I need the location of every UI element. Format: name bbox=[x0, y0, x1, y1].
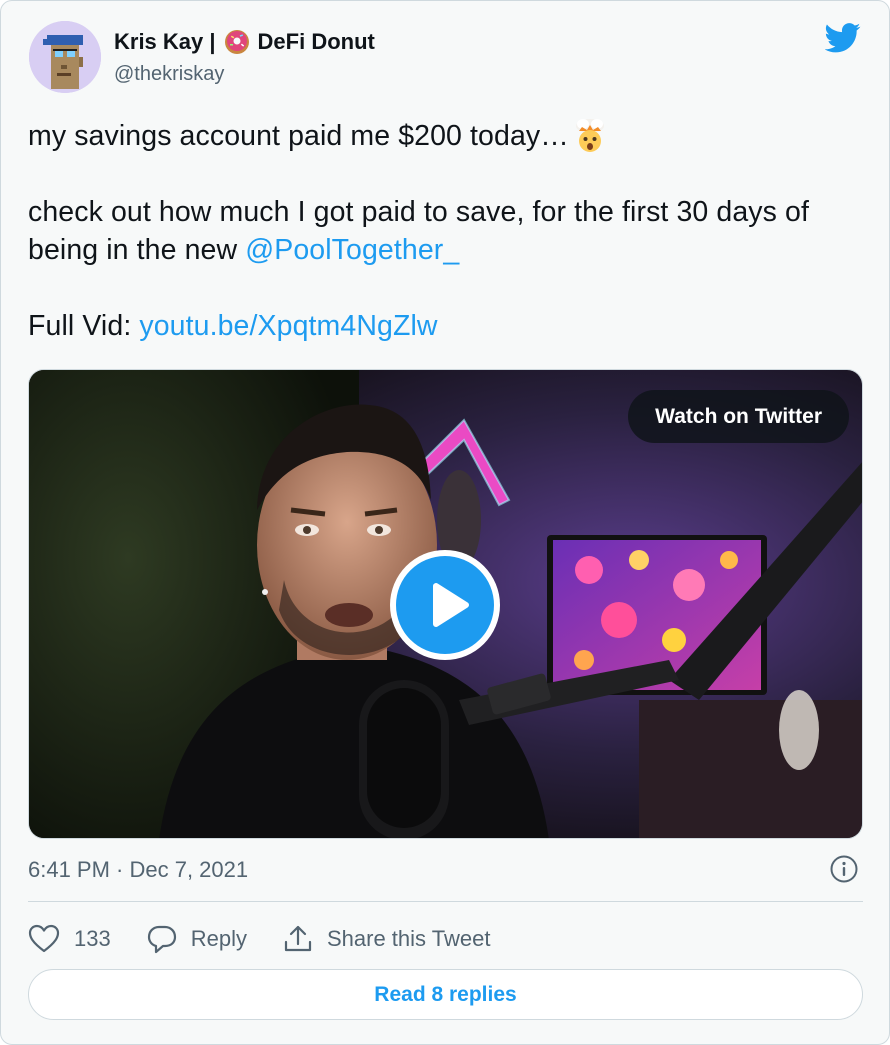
like-count: 133 bbox=[74, 926, 111, 951]
author-handle[interactable]: @thekriskay bbox=[114, 63, 224, 86]
tweet-text: my savings account paid me $200 today… c… bbox=[28, 117, 848, 345]
full-vid-label: Full Vid: bbox=[28, 310, 140, 342]
info-icon[interactable] bbox=[829, 854, 859, 884]
play-icon bbox=[433, 583, 469, 627]
pooltogether-mention-link[interactable]: @PoolTogether_ bbox=[245, 234, 459, 266]
play-button[interactable] bbox=[390, 550, 500, 660]
tweet-timestamp[interactable]: 6:41 PM · Dec 7, 2021 bbox=[28, 857, 248, 883]
watch-on-twitter-button[interactable]: Watch on Twitter bbox=[628, 390, 849, 443]
divider bbox=[28, 901, 863, 902]
share-label: Share this Tweet bbox=[326, 926, 491, 951]
twitter-bird-icon[interactable] bbox=[825, 23, 861, 53]
share-icon bbox=[284, 925, 312, 952]
author-name-suffix: DeFi Donut bbox=[257, 29, 375, 54]
author-avatar[interactable] bbox=[29, 21, 101, 93]
reply-button[interactable]: Reply bbox=[147, 924, 247, 954]
read-replies-button[interactable]: Read 8 replies bbox=[28, 969, 863, 1020]
like-button[interactable]: 133 bbox=[28, 924, 111, 954]
tweet-actions: 133 Reply Share this Tweet bbox=[28, 919, 526, 959]
pixel-punk-avatar-icon bbox=[29, 21, 101, 93]
tweet-line-1-text: my savings account paid me $200 today… bbox=[28, 120, 569, 152]
share-button[interactable]: Share this Tweet bbox=[283, 924, 490, 954]
tweet-line-1: my savings account paid me $200 today… bbox=[28, 117, 848, 155]
tweet-line-2: check out how much I got paid to save, f… bbox=[28, 193, 848, 269]
video-media[interactable]: Watch on Twitter bbox=[28, 369, 863, 839]
youtube-link[interactable]: youtu.be/Xpqtm4NgZlw bbox=[139, 310, 437, 342]
author-name-prefix: Kris Kay | bbox=[114, 29, 216, 54]
tweet-line-3: Full Vid: youtu.be/Xpqtm4NgZlw bbox=[28, 307, 848, 345]
tweet-embed-card: Kris Kay | DeFi Donut @thekriskay my sav… bbox=[0, 0, 890, 1045]
heart-icon bbox=[28, 924, 60, 953]
reply-label: Reply bbox=[190, 926, 247, 951]
play-button-inner bbox=[396, 556, 494, 654]
reply-icon bbox=[147, 925, 176, 954]
donut-icon bbox=[224, 30, 249, 54]
exploding-head-emoji-icon bbox=[575, 119, 604, 152]
author-name[interactable]: Kris Kay | DeFi Donut bbox=[114, 29, 375, 55]
